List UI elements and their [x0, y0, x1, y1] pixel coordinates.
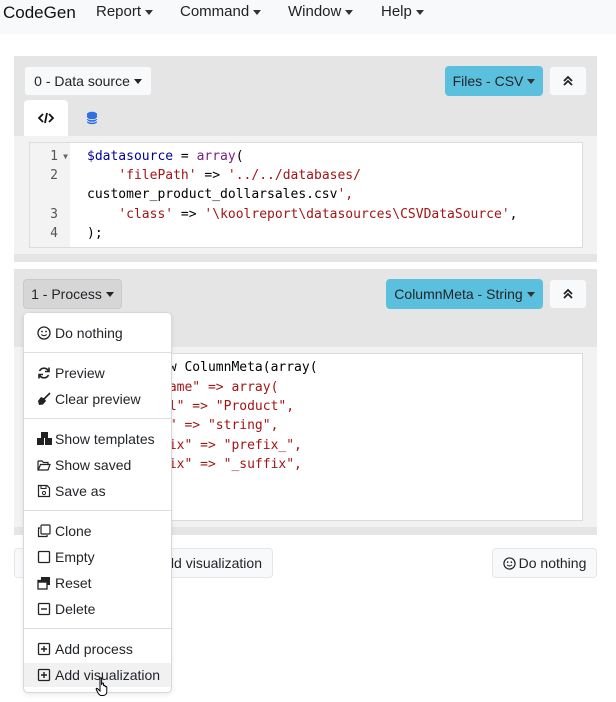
datasource-type-button[interactable]: Files - CSV [445, 66, 543, 96]
code-line: fix" => "prefix_", [161, 438, 302, 453]
datasource-panel: 0 - Data source Files - CSV 1 ▼ 2 3 4 $da… [14, 56, 597, 262]
clone-icon [37, 524, 51, 538]
code-line: ew ColumnMeta(array( [161, 360, 318, 375]
chevrons-up-icon [563, 288, 573, 299]
divider [24, 628, 171, 629]
menu-item-label: Show saved [55, 457, 132, 473]
code-line: ); [87, 226, 103, 241]
menu-item-clear-preview[interactable]: Clear preview [24, 387, 171, 411]
broom-icon [38, 392, 51, 405]
menu-item-label: Empty [55, 549, 95, 565]
caret-down-icon [527, 78, 536, 84]
hand-pointer-icon [95, 677, 108, 696]
brand[interactable]: CodeGen [3, 3, 76, 23]
fold-arrow-icon: ▼ [63, 152, 68, 161]
menu-item-show-templates[interactable]: Show templates [24, 427, 171, 451]
plus-square-icon [37, 642, 51, 656]
smile-icon [502, 556, 516, 570]
menu-item-reset[interactable]: Reset [24, 571, 171, 595]
menu-item-preview[interactable]: Preview [24, 361, 171, 385]
menu-item-label: Add process [55, 641, 133, 657]
divider [24, 510, 171, 511]
divider [24, 352, 171, 353]
caret-down-icon [345, 9, 354, 15]
datasource-select-button[interactable]: 0 - Data source [24, 66, 152, 96]
add-visualization-label: dd visualization [166, 555, 262, 571]
process-type-button[interactable]: ColumnMeta - String [386, 279, 543, 309]
save-icon [37, 484, 51, 498]
divider [24, 418, 171, 419]
menu-item-label: Show templates [55, 431, 155, 447]
caret-down-icon [145, 9, 154, 15]
datasource-type-label: Files - CSV [452, 73, 524, 89]
menu-item-label: Save as [55, 483, 106, 499]
menu-item-delete[interactable]: Delete [24, 597, 171, 621]
square-icon [37, 550, 51, 564]
menu-item-label: Reset [55, 575, 92, 591]
do-nothing-button[interactable]: Do nothing [492, 548, 597, 578]
menu-help[interactable]: Help [381, 3, 424, 20]
menu-item-label: Clone [55, 523, 92, 539]
menu-command-label: Command [180, 3, 250, 20]
caret-down-icon [133, 78, 142, 84]
tab-code[interactable] [24, 100, 68, 136]
tab-database[interactable] [70, 100, 114, 136]
menu-item-empty[interactable]: Empty [24, 545, 171, 569]
code-line: fix" => "_suffix", [161, 457, 302, 472]
minus-square-icon [37, 602, 51, 616]
collapse-button[interactable] [549, 66, 587, 96]
caret-down-icon [415, 9, 424, 15]
chevrons-up-icon [563, 75, 573, 86]
menu-report[interactable]: Report [96, 3, 154, 20]
menu-item-show-saved[interactable]: Show saved [24, 453, 171, 477]
menu-item-save-as[interactable]: Save as [24, 479, 171, 503]
process-select-button[interactable]: 1 - Process [23, 279, 122, 309]
code-line: 'filePath' => '../../databases/ [118, 168, 361, 183]
refresh-icon [38, 367, 50, 379]
menu-window-label: Window [288, 3, 342, 20]
menu-report-label: Report [96, 3, 142, 20]
boxes-icon [37, 432, 52, 445]
menu-item-label: Delete [55, 601, 96, 617]
code-line: e" => "string", [161, 418, 279, 433]
code-line: Name" => array( [161, 380, 279, 395]
code-icon [38, 112, 54, 124]
window-restore-icon [37, 577, 50, 590]
folder-open-icon [37, 460, 51, 471]
collapse-button[interactable] [549, 279, 587, 309]
menu-item-label: Preview [55, 365, 105, 381]
menu-item-add-process[interactable]: Add process [24, 637, 171, 661]
navbar: CodeGen Report Command Window Help [0, 0, 616, 34]
process-type-label: ColumnMeta - String [394, 286, 523, 302]
code-line: 'class' => '\koolreport\datasources\CSVD… [118, 207, 518, 222]
menu-item-clone[interactable]: Clone [24, 519, 171, 543]
menu-command[interactable]: Command [180, 3, 262, 20]
code-line: $datasource = array( [87, 149, 244, 164]
menu-item-label: Do nothing [55, 325, 123, 341]
caret-down-icon [526, 291, 535, 297]
process-dropdown-menu: Do nothing Preview Clear preview Show te… [23, 312, 172, 693]
smile-icon [37, 326, 51, 340]
menu-item-label: Clear preview [55, 391, 141, 407]
code-line: customer_product_dollarsales.csv', [87, 187, 354, 202]
code-line: el" => "Product", [161, 399, 295, 414]
do-nothing-label: Do nothing [518, 555, 587, 571]
datasource-code-editor[interactable]: 1 ▼ 2 3 4 $datasource = array( 'filePath'… [29, 142, 583, 248]
menu-window[interactable]: Window [288, 3, 354, 20]
datasource-select-label: 0 - Data source [34, 73, 130, 89]
caret-down-icon [253, 9, 262, 15]
caret-down-icon [105, 291, 114, 297]
plus-square-icon [37, 668, 51, 682]
menu-item-do-nothing[interactable]: Do nothing [24, 321, 171, 345]
menu-help-label: Help [381, 3, 412, 20]
process-select-label: 1 - Process [31, 286, 102, 302]
database-icon [86, 111, 98, 125]
